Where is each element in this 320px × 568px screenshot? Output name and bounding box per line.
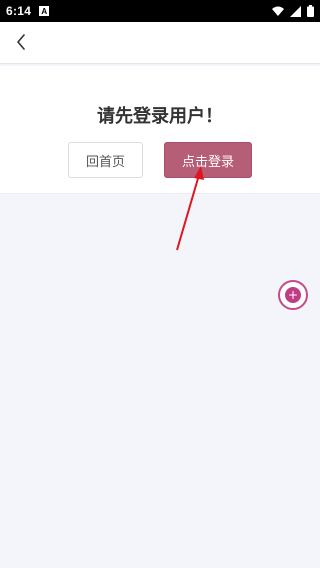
login-prompt-card: 请先登录用户！ 回首页 点击登录 xyxy=(0,66,320,194)
login-prompt-title: 请先登录用户！ xyxy=(97,106,223,127)
wifi-icon xyxy=(272,6,284,16)
home-button[interactable]: 回首页 xyxy=(68,142,143,178)
signal-icon xyxy=(290,5,301,17)
plus-icon: + xyxy=(285,287,301,303)
a-notification-icon: A xyxy=(39,6,50,16)
floating-add-button[interactable]: + xyxy=(278,280,308,310)
navigation-bar xyxy=(0,22,320,64)
back-button[interactable] xyxy=(10,31,32,53)
chevron-left-icon xyxy=(17,34,25,50)
login-button[interactable]: 点击登录 xyxy=(164,142,252,178)
battery-icon xyxy=(307,5,314,17)
status-bar-left: 6:14 A xyxy=(6,4,50,18)
status-bar-right xyxy=(272,5,314,17)
status-time: 6:14 xyxy=(6,4,32,18)
status-bar: 6:14 A xyxy=(0,0,320,22)
